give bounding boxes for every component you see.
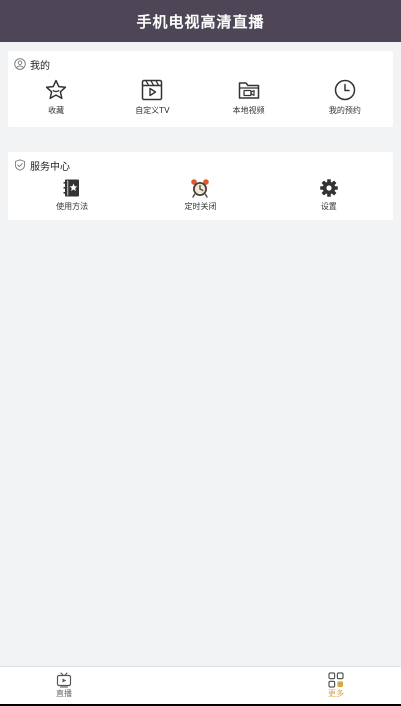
my-reservations-label: 我的预约 [328,106,361,115]
service-section: 服务中心 使用方法 定时关闭 设置 [8,152,393,220]
service-section-header: 服务中心 [14,158,70,173]
my-reservations-button[interactable]: 我的预约 [297,78,393,116]
page-title: 手机电视高清直播 [136,12,265,31]
usage-guide-label: 使用方法 [56,202,89,211]
video-player-icon [140,78,164,102]
tv-icon [56,672,72,688]
sleep-timer-label: 定时关闭 [184,202,217,211]
gear-icon [319,177,339,199]
mine-section-title: 我的 [30,60,50,72]
video-folder-icon [237,78,261,102]
service-grid: 使用方法 定时关闭 设置 [8,177,393,212]
settings-label: 设置 [320,202,337,211]
sleep-timer-button[interactable]: 定时关闭 [136,177,264,212]
user-icon [14,58,26,70]
service-section-title: 服务中心 [30,161,70,173]
favorites-label: 收藏 [48,106,65,115]
tab-more[interactable]: 更多 [306,672,366,699]
favorites-button[interactable]: 收藏 [8,78,104,116]
star-icon [44,78,68,102]
mine-grid: 收藏 自定义TV 本地视频 我的预约 [8,78,393,116]
shield-check-icon [14,159,26,171]
mine-section-header: 我的 [14,57,50,72]
custom-tv-label: 自定义TV [135,106,170,115]
tab-live-label: 直播 [56,689,72,698]
tab-live[interactable]: 直播 [34,672,94,699]
guide-book-icon [62,177,82,199]
settings-button[interactable]: 设置 [265,177,393,212]
clock-icon [333,78,357,102]
local-video-label: 本地视频 [232,106,265,115]
app-header: 手机电视高清直播 [0,0,401,42]
grid-icon [328,672,344,688]
local-video-button[interactable]: 本地视频 [201,78,297,116]
bottom-tab-bar: 直播 更多 [0,666,401,705]
mine-section: 我的 收藏 自定义TV 本地视频 我的预约 [8,51,393,127]
tab-more-label: 更多 [328,689,344,698]
alarm-clock-icon [190,177,210,199]
custom-tv-button[interactable]: 自定义TV [104,78,200,116]
usage-guide-button[interactable]: 使用方法 [8,177,136,212]
